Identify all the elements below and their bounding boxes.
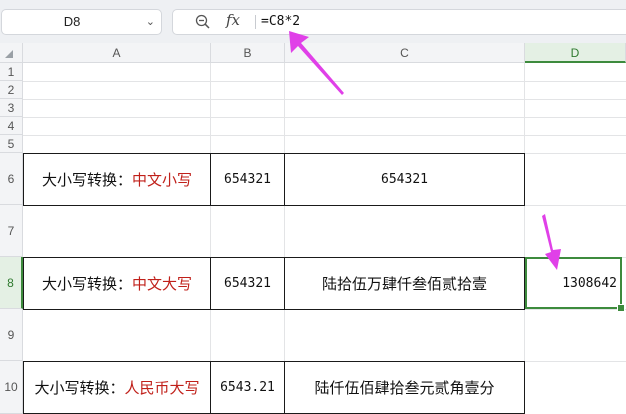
row-header-3[interactable]: 3	[0, 99, 23, 117]
cell-a8[interactable]: 大小写转换： 中文大写	[24, 258, 210, 309]
formula-bar[interactable]: fx =C8*2	[172, 9, 626, 35]
gridline	[23, 135, 626, 136]
cell-c8[interactable]: 陆拾伍万肆仟叁佰贰拾壹	[285, 258, 524, 309]
name-box-value: D8	[63, 14, 81, 29]
cell-a6[interactable]: 大小写转换： 中文小写	[24, 154, 210, 205]
cell-a8-highlight: 中文大写	[132, 275, 193, 293]
fx-icon[interactable]: fx	[226, 11, 240, 29]
row-header-7[interactable]: 7	[0, 205, 23, 257]
table-border	[23, 205, 525, 206]
row-header-1[interactable]: 1	[0, 63, 23, 81]
formula-input[interactable]: =C8*2	[261, 10, 300, 34]
cell-a8-prefix: 大小写转换：	[41, 275, 132, 293]
gridline	[23, 117, 626, 118]
cell-b6[interactable]: 654321	[211, 154, 284, 205]
row-header-9[interactable]: 9	[0, 309, 23, 361]
cell-b8[interactable]: 654321	[211, 258, 284, 309]
cell-c6[interactable]: 654321	[285, 154, 524, 205]
spreadsheet-grid: A B C D 1 2 3 4 5 6 7 8 9 10 大小写转换： 中文小写 …	[0, 43, 626, 414]
zoom-icon[interactable]	[195, 14, 211, 30]
formula-bar-divider	[255, 15, 256, 29]
table-border	[524, 153, 525, 205]
cell-a10-highlight: 人民币大写	[124, 379, 200, 397]
select-all-corner-icon[interactable]	[0, 43, 23, 63]
name-box[interactable]: D8 ⌄	[1, 9, 162, 35]
cell-b10[interactable]: 6543.21	[211, 362, 284, 413]
row-header-8[interactable]: 8	[0, 257, 23, 309]
row-header-5[interactable]: 5	[0, 135, 23, 153]
gridline	[23, 81, 626, 82]
cell-c10[interactable]: 陆仟伍佰肆拾叁元贰角壹分	[285, 362, 524, 413]
row-header-4[interactable]: 4	[0, 117, 23, 135]
row-header-6[interactable]: 6	[0, 153, 23, 205]
chevron-down-icon[interactable]: ⌄	[146, 10, 155, 34]
row-header-2[interactable]: 2	[0, 81, 23, 99]
fill-handle[interactable]	[617, 304, 625, 312]
toolbar: D8 ⌄ fx =C8*2	[0, 0, 626, 43]
active-cell-selection[interactable]	[525, 257, 622, 309]
table-border	[524, 361, 525, 414]
column-header-d[interactable]: D	[525, 43, 626, 63]
cell-a10[interactable]: 大小写转换： 人民币大写	[24, 362, 210, 413]
column-header-a[interactable]: A	[23, 43, 211, 63]
gridline	[23, 99, 626, 100]
column-header-c[interactable]: C	[285, 43, 525, 63]
row-header-10[interactable]: 10	[0, 361, 23, 414]
column-header-b[interactable]: B	[211, 43, 285, 63]
cell-a6-highlight: 中文小写	[132, 171, 193, 189]
table-border	[23, 309, 525, 310]
cell-a10-prefix: 大小写转换：	[34, 379, 125, 397]
cell-a6-prefix: 大小写转换：	[41, 171, 132, 189]
